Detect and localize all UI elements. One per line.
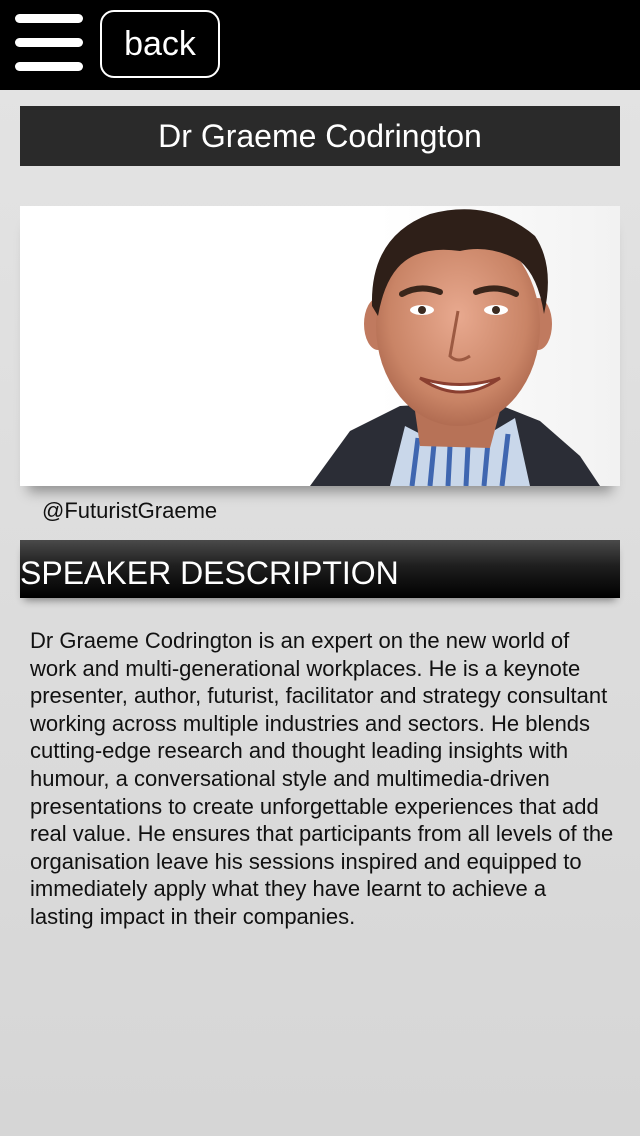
menu-line [15,62,83,71]
hamburger-menu-icon[interactable] [15,14,83,74]
section-title: SPEAKER DESCRIPTION [20,555,399,591]
speaker-photo [20,206,620,486]
speaker-description-text: Dr Graeme Codrington is an expert on the… [30,628,614,929]
speaker-name-title: Dr Graeme Codrington [20,106,620,166]
menu-line [15,14,83,23]
back-button[interactable]: back [100,10,220,78]
speaker-description-header: SPEAKER DESCRIPTION [20,540,620,598]
top-bar: back [0,0,640,90]
speaker-twitter-handle[interactable]: @FuturistGraeme [42,497,217,525]
menu-line [15,38,83,47]
